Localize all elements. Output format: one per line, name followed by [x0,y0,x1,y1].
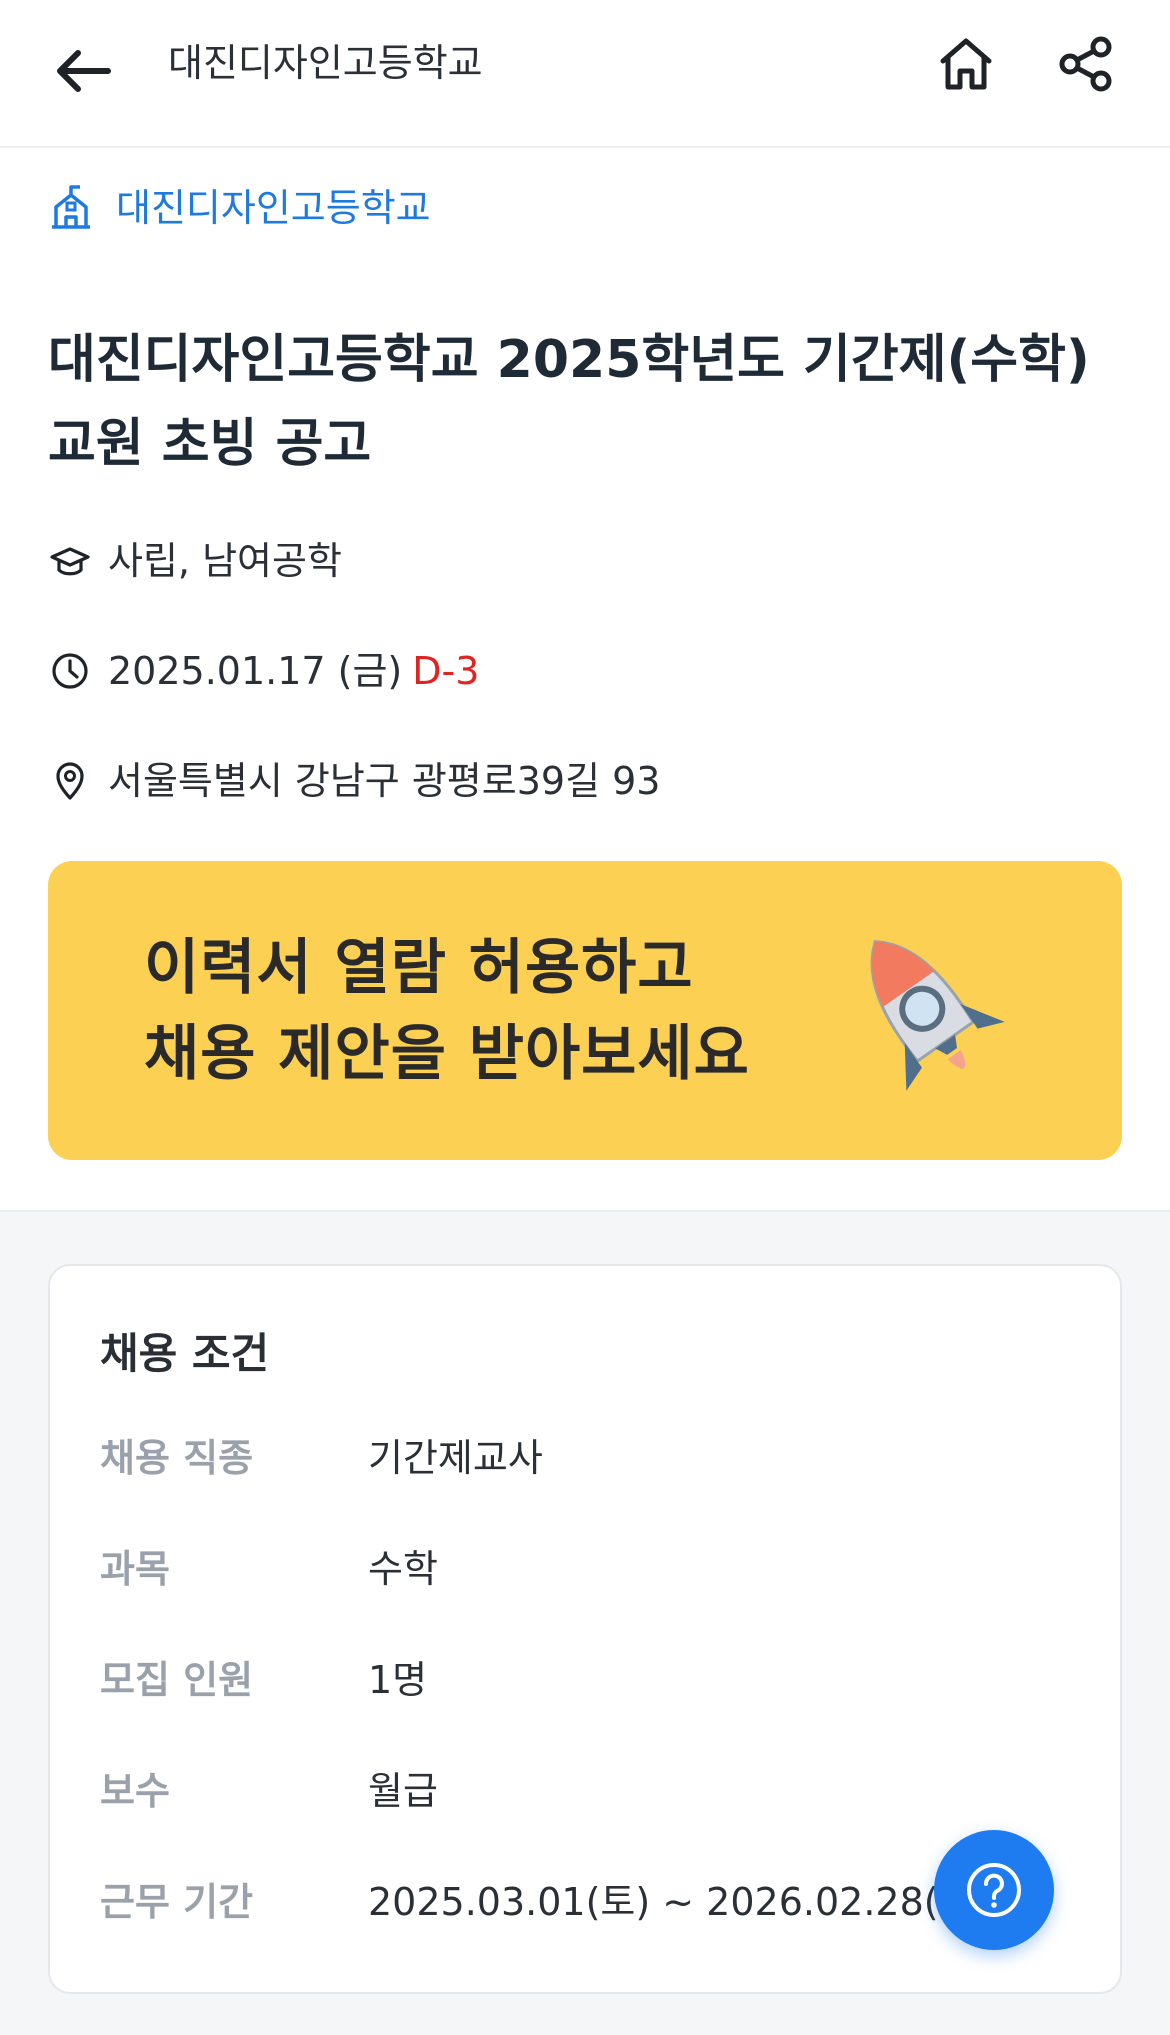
back-button[interactable] [48,36,118,106]
condition-row-subject: 과목 수학 [100,1541,1100,1597]
page-title: 대진디자인고등학교 [168,41,483,85]
banner-line-2: 채용 제안을 받아보세요 [144,1019,750,1089]
condition-row-headcount: 모집 인원 1명 [100,1652,1100,1708]
share-icon [1059,36,1112,92]
conditions-title: 채용 조건 [100,1329,270,1378]
condition-value: 기간제교사 [368,1436,543,1480]
graduation-cap-icon [50,547,90,576]
address-row: 서울특별시 강남구 광평로39길 93 [50,756,660,806]
condition-value: 2025.03.01(토) ~ 2026.02.28(토) [368,1880,989,1924]
condition-key: 채용 직종 [100,1436,254,1480]
condition-row-salary: 보수 월급 [100,1763,1100,1819]
help-fab-button[interactable] [934,1830,1054,1950]
condition-value: 월급 [368,1769,438,1813]
school-type-row: 사립, 남여공학 [50,536,342,586]
school-link[interactable]: 대진디자인고등학교 [48,180,431,236]
help-question-icon [967,1863,1021,1917]
deadline-row: 2025.01.17 (금) D-3 [50,646,479,696]
home-icon [940,38,992,90]
deadline-date: 2025.01.17 (금) [108,649,403,693]
banner-line-1: 이력서 열람 허용하고 [144,933,694,1003]
home-button[interactable] [930,28,1002,100]
banner-text: 이력서 열람 허용하고 채용 제안을 받아보세요 [144,925,750,1097]
share-button[interactable] [1050,28,1122,100]
condition-key: 과목 [100,1547,170,1591]
top-app-bar: 대진디자인고등학교 [0,0,1170,148]
condition-key: 보수 [100,1769,170,1813]
rocket-icon [870,940,1005,1091]
condition-value: 수학 [368,1547,438,1591]
address-text: 서울특별시 강남구 광평로39길 93 [108,759,661,803]
condition-key: 모집 인원 [100,1658,254,1702]
school-building-icon [52,185,90,229]
arrow-left-icon [57,50,111,92]
condition-value: 1명 [368,1658,428,1702]
condition-key: 근무 기간 [100,1880,254,1924]
school-name-link: 대진디자인고등학교 [116,186,431,230]
condition-row-job-type: 채용 직종 기간제교사 [100,1430,1100,1486]
school-type-text: 사립, 남여공학 [108,539,342,583]
location-pin-icon [56,762,84,800]
job-title: 대진디자인고등학교 2025학년도 기간제(수학) 교원 초빙 공고 [48,330,1090,474]
clock-icon [52,653,88,689]
resume-promo-banner[interactable]: 이력서 열람 허용하고 채용 제안을 받아보세요 [48,861,1122,1160]
dday-badge: D-3 [412,649,480,693]
